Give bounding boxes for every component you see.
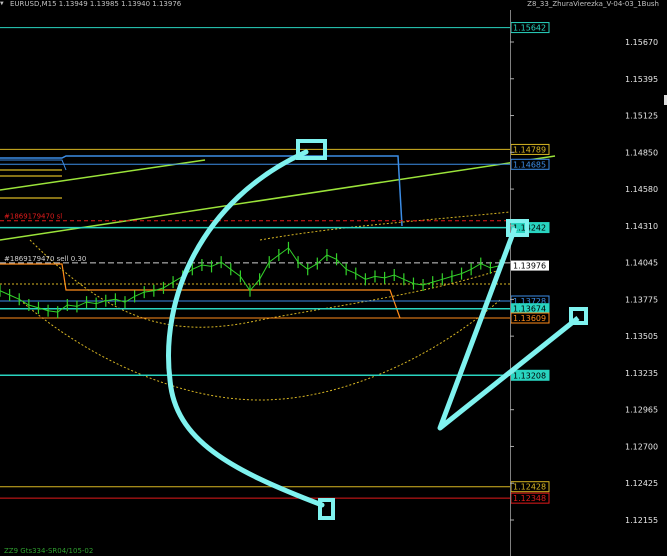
chart-title: EURUSD,M15 1.13949 1.13985 1.13940 1.139…: [10, 0, 182, 8]
price-chart[interactable]: 1.156421.147891.146851.142421.137281.136…: [0, 0, 667, 556]
order-label: #1869179470 sell 0.30: [4, 255, 86, 263]
current-price-label: 1.13976: [513, 262, 546, 271]
order-label: #1869179470 sl: [4, 213, 62, 221]
chevron-down-icon[interactable]: ▼: [0, 0, 4, 7]
level-label: 1.13609: [513, 314, 546, 323]
annotation-arc: [166, 149, 325, 508]
level-label: 1.13674: [513, 305, 546, 314]
indicator-title: Z8_33_ZhuraVierezka_V-04-03_1Bush: [527, 0, 659, 8]
dashed-curve: [19, 299, 501, 401]
indicator-footer: ZZ9 Gts334-SR04/105-02: [4, 547, 94, 555]
axis-tick-label: 1.13235: [625, 369, 658, 378]
axis-tick-label: 1.12155: [625, 516, 658, 525]
axis-tick-label: 1.12425: [625, 479, 658, 488]
hand-drawn-annotations: [166, 139, 588, 520]
level-label: 1.14242: [513, 224, 546, 233]
dashed-curve: [259, 211, 511, 241]
axis-tick-label: 1.15395: [625, 75, 658, 84]
axis-tick-label: 1.12700: [625, 442, 658, 451]
level-label: 1.14685: [513, 160, 546, 169]
level-label: 1.13208: [513, 371, 546, 380]
axis-tick-label: 1.15125: [625, 112, 658, 121]
axis-tick-label: 1.15670: [625, 38, 658, 47]
axis-tick-label: 1.12965: [625, 406, 658, 415]
annotation-box-bottom: [318, 498, 335, 520]
level-label: 1.14789: [513, 145, 546, 154]
level-lines: 1.156421.147891.146851.142421.137281.136…: [0, 22, 556, 504]
axis-tick-label: 1.14310: [625, 222, 658, 231]
level-label: 1.12348: [513, 494, 546, 503]
level-label: 1.12428: [513, 483, 546, 492]
axis-tick-label: 1.14580: [625, 185, 658, 194]
level-label: 1.15642: [513, 24, 546, 33]
axis-tick-label: 1.14045: [625, 259, 658, 268]
axis-tick-label: 1.13775: [625, 295, 658, 304]
axis-tick-label: 1.13505: [625, 332, 658, 341]
price-axis: 1.15670 1.15395 1.15125 1.14850 1.14580 1.143…: [510, 10, 658, 556]
channel-line: [0, 159, 67, 171]
annotation-arrows: [437, 227, 580, 431]
axis-tick-label: 1.14850: [625, 148, 658, 157]
